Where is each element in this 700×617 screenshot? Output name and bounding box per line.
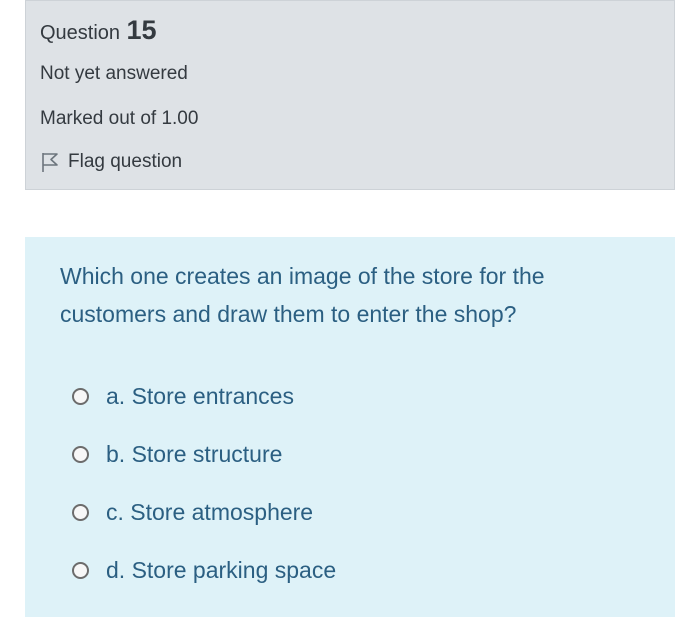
radio-button[interactable] bbox=[72, 561, 89, 579]
answer-label[interactable]: a. Store entrances bbox=[106, 383, 294, 410]
radio-button[interactable] bbox=[72, 445, 89, 463]
radio-button[interactable] bbox=[72, 503, 89, 521]
answer-label[interactable]: b. Store structure bbox=[106, 441, 282, 468]
answer-label[interactable]: d. Store parking space bbox=[106, 557, 336, 584]
flag-question-link[interactable]: Flag question bbox=[40, 151, 182, 173]
flag-question-label[interactable]: Flag question bbox=[68, 151, 182, 173]
answer-option-c[interactable]: c. Store atmosphere bbox=[72, 483, 336, 541]
question-word: Question bbox=[40, 22, 121, 44]
question-text: Which one creates an image of the store … bbox=[60, 263, 545, 327]
question-state: Not yet answered bbox=[40, 63, 188, 84]
question-number: 15 bbox=[126, 15, 157, 45]
radio-button[interactable] bbox=[72, 387, 89, 405]
answer-option-b[interactable]: b. Store structure bbox=[72, 425, 336, 483]
answer-label[interactable]: c. Store atmosphere bbox=[106, 499, 313, 526]
question-formulation: Which one creates an image of the store … bbox=[25, 237, 675, 617]
question-grade: Marked out of 1.00 bbox=[40, 108, 199, 129]
question-info-panel: Question 15 Not yet answered Marked out … bbox=[25, 0, 675, 190]
answer-options: a. Store entrances b. Store structure c.… bbox=[72, 367, 336, 599]
answer-option-d[interactable]: d. Store parking space bbox=[72, 541, 336, 599]
flag-outline-icon bbox=[42, 153, 58, 172]
question-header: Question 15 bbox=[40, 15, 157, 46]
answer-option-a[interactable]: a. Store entrances bbox=[72, 367, 336, 425]
